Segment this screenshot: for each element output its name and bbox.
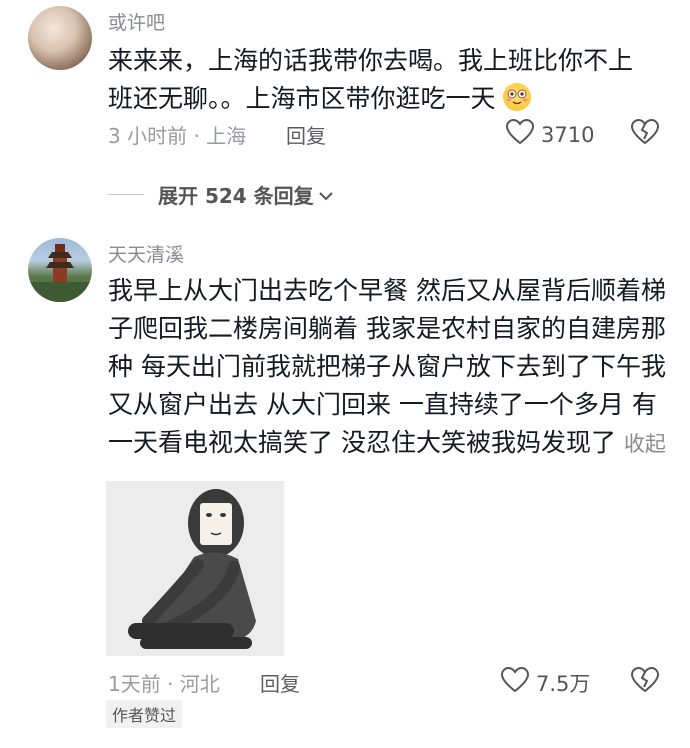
dislike-button[interactable] <box>630 666 660 698</box>
comment-text: 来来来，上海的话我带你去喝。我上班比你不上 班还无聊。。上海市区带你逛吃一天 <box>108 42 668 118</box>
like-count: 3710 <box>541 122 595 147</box>
collapse-button[interactable]: 收起 <box>624 432 666 456</box>
like-button[interactable]: 3710 <box>505 118 594 151</box>
comment-text: 我早上从大门出去吃个早餐 然后又从屋背后顺着梯子爬回我二楼房间躺着 我家是农村自… <box>108 272 668 463</box>
broken-heart-icon <box>630 118 660 150</box>
comment-text-line: 来来来，上海的话我带你去喝。我上班比你不上 <box>108 46 634 75</box>
comment-text-body: 我早上从大门出去吃个早餐 然后又从屋背后顺着梯子爬回我二楼房间躺着 我家是农村自… <box>108 276 666 457</box>
comment-username[interactable]: 天天清溪 <box>108 240 184 267</box>
expand-replies-label: 展开 524 条回复 <box>158 184 314 208</box>
comment-username[interactable]: 或许吧 <box>108 8 165 35</box>
heart-icon <box>505 118 535 151</box>
reply-button[interactable]: 回复 <box>286 120 326 149</box>
author-liked-badge: 作者赞过 <box>106 700 183 728</box>
divider-line <box>108 194 144 195</box>
avatar[interactable] <box>28 238 92 302</box>
comment-text-segment: 班还无聊。。上海市区带你逛吃一天 <box>108 84 496 113</box>
dislike-button[interactable] <box>630 118 660 150</box>
comment-time-location: 1天前 · 河北 <box>108 672 220 696</box>
reply-button[interactable]: 回复 <box>260 668 300 697</box>
comment-text-line: 班还无聊。。上海市区带你逛吃一天 <box>108 80 668 118</box>
comment-time-location: 3 小时前 · 上海 <box>108 124 247 148</box>
smiling-emoji-icon <box>503 83 532 111</box>
avatar[interactable] <box>28 6 92 70</box>
comment-image[interactable] <box>106 481 284 656</box>
like-button[interactable]: 7.5万 <box>500 666 590 699</box>
expand-replies-button[interactable]: 展开 524 条回复 <box>108 180 334 209</box>
chevron-down-icon <box>318 183 334 207</box>
heart-icon <box>500 666 530 699</box>
broken-heart-icon <box>630 666 660 698</box>
like-count: 7.5万 <box>536 671 591 696</box>
